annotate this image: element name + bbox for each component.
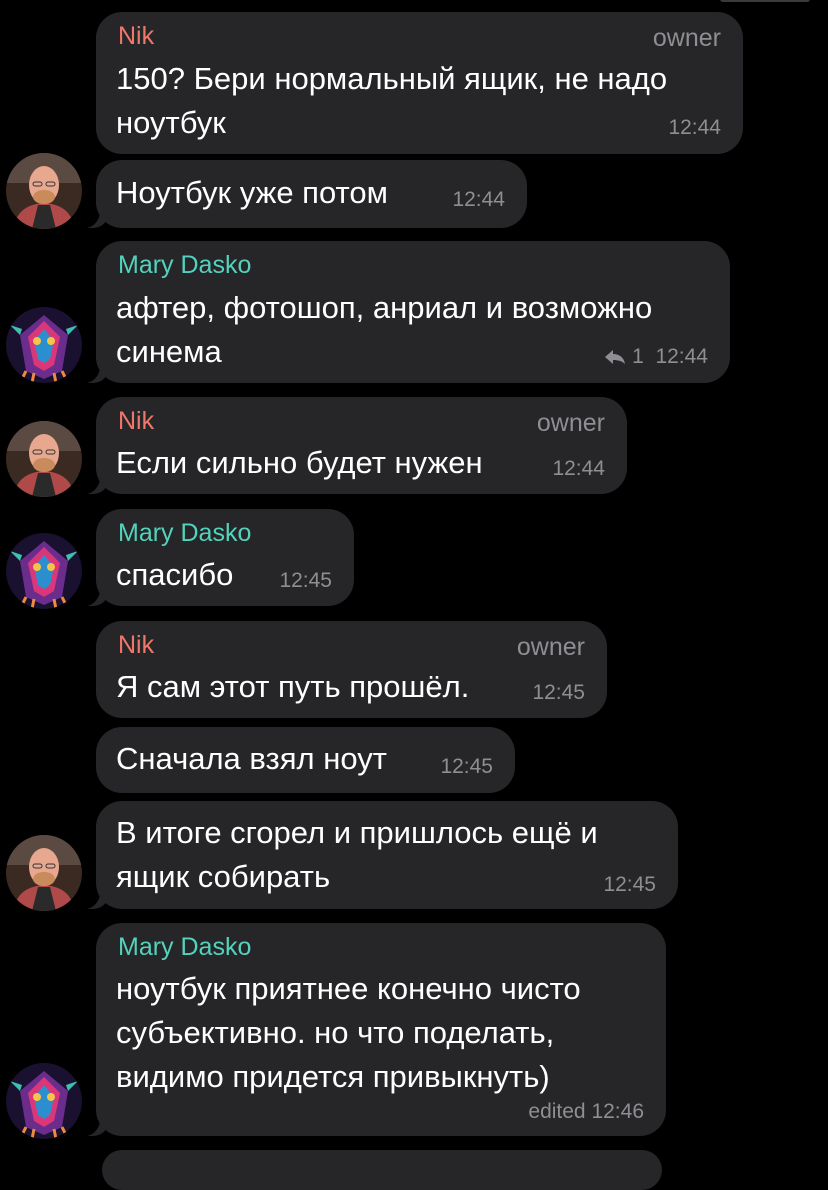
avatar-mary[interactable] (6, 1063, 82, 1139)
message-time: 12:45 (440, 755, 493, 778)
message-time: 12:44 (552, 457, 605, 480)
message-meta: 1 12:44 (604, 345, 708, 369)
avatar-nik[interactable] (6, 835, 82, 911)
message-bubble[interactable]: Mary Dasko афтер, фотошоп, анриал и возм… (96, 241, 730, 383)
message-time: edited 12:46 (528, 1100, 644, 1123)
message-text: 150? Бери нормальный ящик, не надо ноутб… (116, 61, 668, 140)
message-bubble[interactable]: Nik owner Я сам этот путь прошёл. 12:45 (96, 621, 607, 718)
avatar-mary[interactable] (6, 533, 82, 609)
message-text: Ноутбук уже потом (116, 175, 388, 210)
sender-name[interactable]: Mary Dasko (118, 519, 251, 548)
sender-name[interactable]: Mary Dasko (118, 933, 251, 962)
sender-name[interactable]: Nik (118, 22, 154, 51)
message-time: 12:45 (532, 681, 585, 704)
message-text: ноутбук приятнее конечно чисто субъектив… (116, 971, 581, 1094)
avatar-nik[interactable] (6, 153, 82, 229)
message-text: Если сильно будет нужен (116, 445, 483, 480)
window-edge (720, 0, 810, 2)
message-text: афтер, фотошоп, анриал и возможно синема (116, 290, 653, 369)
message-bubble[interactable]: Mary Dasko ноутбук приятнее конечно чист… (96, 923, 666, 1136)
message-text: В итоге сгорел и пришлось ещё и ящик соб… (116, 815, 598, 894)
sender-name[interactable]: Nik (118, 407, 154, 436)
sender-name[interactable]: Mary Dasko (118, 251, 251, 280)
message-time: 12:45 (279, 569, 332, 592)
sender-name[interactable]: Nik (118, 631, 154, 660)
reply-count[interactable]: 1 (632, 345, 644, 368)
message-bubble[interactable]: Nik owner 150? Бери нормальный ящик, не … (96, 12, 743, 154)
message-text: Я сам этот путь прошёл. (116, 669, 470, 704)
avatar-nik[interactable] (6, 421, 82, 497)
message-bubble[interactable]: Ноутбук уже потом 12:44 (96, 160, 527, 228)
message-bubble[interactable]: Mary Dasko спасибо 12:45 (96, 509, 354, 606)
message-time: 12:45 (603, 873, 656, 896)
avatar-mary[interactable] (6, 307, 82, 383)
message-bubble-partial[interactable] (102, 1150, 662, 1190)
reply-icon[interactable] (604, 349, 626, 365)
message-bubble[interactable]: Nik owner Если сильно будет нужен 12:44 (96, 397, 627, 494)
role-badge: owner (536, 409, 605, 437)
role-badge: owner (516, 633, 585, 661)
message-time: 12:44 (452, 188, 505, 211)
message-text: Сначала взял ноут (116, 741, 387, 776)
message-bubble[interactable]: В итоге сгорел и пришлось ещё и ящик соб… (96, 801, 678, 909)
role-badge: owner (652, 24, 721, 52)
message-time: 12:44 (668, 116, 721, 139)
message-text: спасибо (116, 557, 234, 592)
message-bubble[interactable]: Сначала взял ноут 12:45 (96, 727, 515, 793)
message-time: 12:44 (655, 345, 708, 368)
